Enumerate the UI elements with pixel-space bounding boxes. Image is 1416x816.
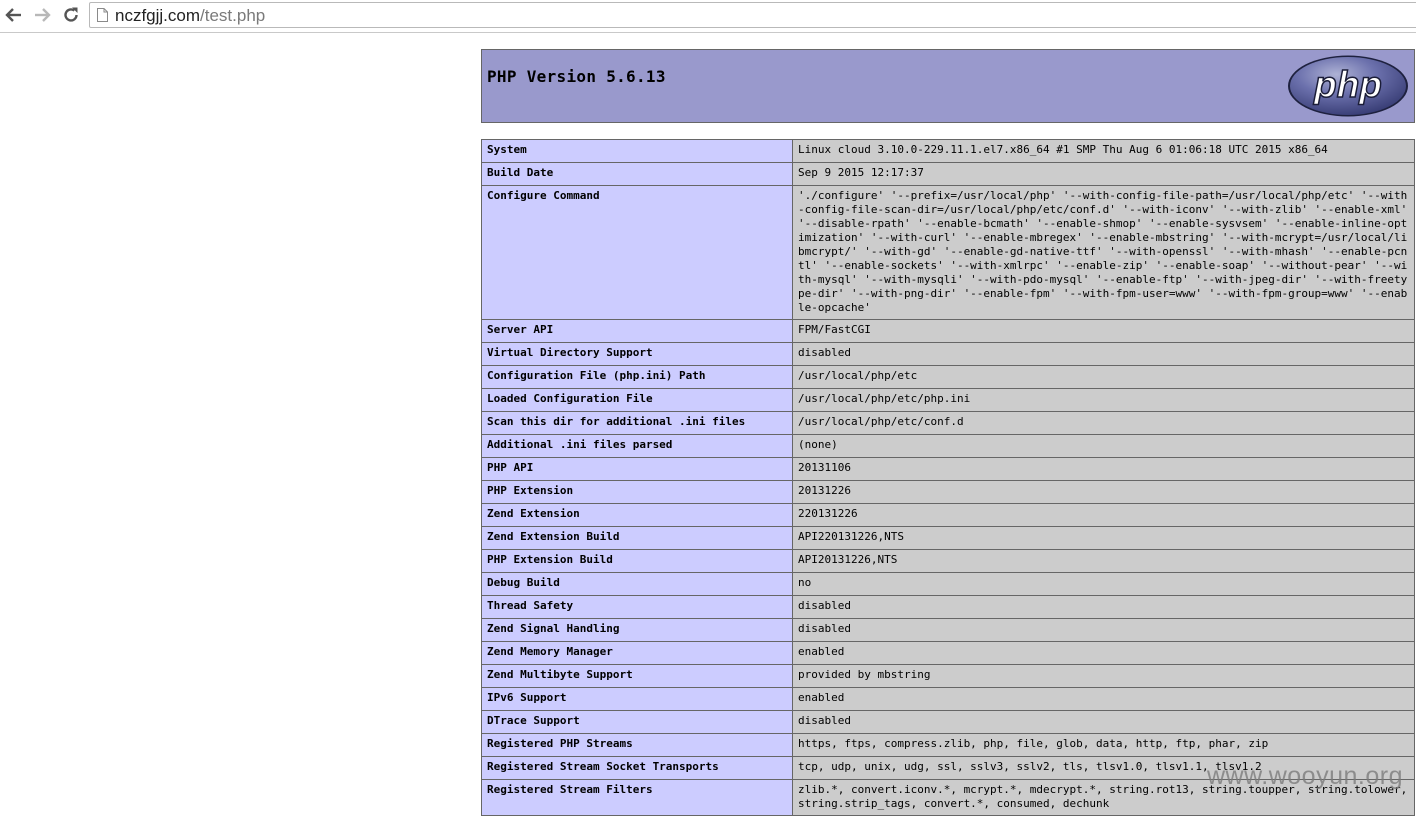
row-label: Registered Stream Filters	[481, 779, 793, 816]
table-row: DTrace Support disabled	[481, 710, 1415, 734]
row-value: /usr/local/php/etc/php.ini	[792, 388, 1415, 412]
table-row: PHP API 20131106	[481, 457, 1415, 481]
row-value: Linux cloud 3.10.0-229.11.1.el7.x86_64 #…	[792, 139, 1415, 163]
reload-icon[interactable]	[60, 4, 82, 26]
info-table: System Linux cloud 3.10.0-229.11.1.el7.x8…	[481, 139, 1415, 816]
table-row: System Linux cloud 3.10.0-229.11.1.el7.x8…	[481, 139, 1415, 163]
url-path: /test.php	[200, 6, 266, 25]
table-row: Debug Build no	[481, 572, 1415, 596]
back-arrow-icon[interactable]	[3, 4, 25, 26]
table-row: PHP Extension 20131226	[481, 480, 1415, 504]
row-label: Zend Extension Build	[481, 526, 793, 550]
page-title: PHP Version 5.6.13	[487, 67, 666, 86]
table-row: Loaded Configuration File/usr/local/php/…	[481, 388, 1415, 412]
row-value: FPM/FastCGI	[792, 319, 1415, 343]
row-value: 20131106	[792, 457, 1415, 481]
php-logo-text: php	[1313, 64, 1382, 105]
row-value: 20131226	[792, 480, 1415, 504]
table-row: Thread Safety disabled	[481, 595, 1415, 619]
table-row: Virtual Directory Support disabled	[481, 342, 1415, 366]
row-label: DTrace Support	[481, 710, 793, 734]
row-label: Debug Build	[481, 572, 793, 596]
row-label: Zend Multibyte Support	[481, 664, 793, 688]
row-label: Scan this dir for additional .ini files	[481, 411, 793, 435]
row-value: enabled	[792, 687, 1415, 711]
table-row: IPv6 Support enabled	[481, 687, 1415, 711]
row-label: Registered Stream Socket Transports	[481, 756, 793, 780]
address-bar[interactable]: nczfgjj.com/test.php	[89, 2, 1416, 28]
row-value: disabled	[792, 710, 1415, 734]
row-label: PHP API	[481, 457, 793, 481]
row-label: Thread Safety	[481, 595, 793, 619]
row-value: './configure' '--prefix=/usr/local/php' …	[792, 185, 1415, 320]
phpinfo-content: PHP Version 5.6.13 php System Linux cloud…	[481, 49, 1416, 816]
table-row: Server API FPM/FastCGI	[481, 319, 1415, 343]
row-value: API20131226,NTS	[792, 549, 1415, 573]
row-value: disabled	[792, 595, 1415, 619]
row-label: Server API	[481, 319, 793, 343]
row-label: Additional .ini files parsed	[481, 434, 793, 458]
table-row: Scan this dir for additional .ini files /…	[481, 411, 1415, 435]
browser-toolbar: nczfgjj.com/test.php	[0, 0, 1416, 33]
row-value: enabled	[792, 641, 1415, 665]
row-label: Build Date	[481, 162, 793, 186]
row-value: /usr/local/php/etc	[792, 365, 1415, 389]
row-value: Sep 9 2015 12:17:37	[792, 162, 1415, 186]
row-value: provided by mbstring	[792, 664, 1415, 688]
row-value: disabled	[792, 618, 1415, 642]
table-row: Build Date Sep 9 2015 12:17:37	[481, 162, 1415, 186]
forward-arrow-icon[interactable]	[31, 4, 53, 26]
row-value: no	[792, 572, 1415, 596]
row-label: Zend Extension	[481, 503, 793, 527]
watermark: www.wooyun.org	[1207, 762, 1403, 790]
row-value: disabled	[792, 342, 1415, 366]
row-value: (none)	[792, 434, 1415, 458]
row-label: PHP Extension Build	[481, 549, 793, 573]
table-row: Zend Signal Handling disabled	[481, 618, 1415, 642]
table-row: PHP Extension Build API20131226,NTS	[481, 549, 1415, 573]
page-icon	[97, 8, 108, 22]
table-row: Zend Extension 220131226	[481, 503, 1415, 527]
row-label: PHP Extension	[481, 480, 793, 504]
table-row: Configure Command './configure' '--prefix…	[481, 185, 1415, 320]
row-value: 220131226	[792, 503, 1415, 527]
table-row: Zend Extension Build API220131226,NTS	[481, 526, 1415, 550]
row-value: /usr/local/php/etc/conf.d	[792, 411, 1415, 435]
url-host: nczfgjj.com	[115, 6, 201, 25]
row-label: System	[481, 139, 793, 163]
row-label: Virtual Directory Support	[481, 342, 793, 366]
row-label: Registered PHP Streams	[481, 733, 793, 757]
row-label: Loaded Configuration File	[481, 388, 793, 412]
row-label: Zend Memory Manager	[481, 641, 793, 665]
row-label: Configure Command	[481, 185, 793, 320]
table-row: Zend Memory Manager enabled	[481, 641, 1415, 665]
table-row: Configuration File (php.ini) Path/usr/lo…	[481, 365, 1415, 389]
table-row: Zend Multibyte Support provided by mbstri…	[481, 664, 1415, 688]
php-logo[interactable]: php	[1286, 54, 1410, 118]
row-value: API220131226,NTS	[792, 526, 1415, 550]
table-row: Additional .ini files parsed (none)	[481, 434, 1415, 458]
row-label: IPv6 Support	[481, 687, 793, 711]
table-row: Registered PHP Streams https, ftps, compr…	[481, 733, 1415, 757]
row-label: Zend Signal Handling	[481, 618, 793, 642]
row-value: https, ftps, compress.zlib, php, file, g…	[792, 733, 1415, 757]
row-label: Configuration File (php.ini) Path	[481, 365, 793, 389]
url-text[interactable]: nczfgjj.com/test.php	[115, 6, 265, 26]
php-version-header: PHP Version 5.6.13 php	[481, 49, 1415, 123]
